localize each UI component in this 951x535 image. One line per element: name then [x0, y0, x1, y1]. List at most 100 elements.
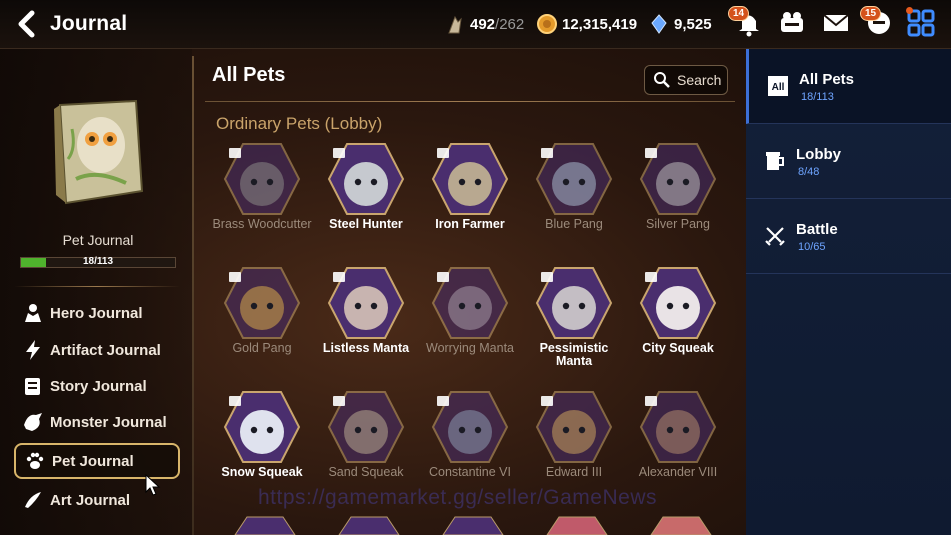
pet-name: Silver Pang: [646, 217, 710, 231]
pet-portrait-icon: [431, 391, 509, 463]
tab-lobby[interactable]: Lobby 8/48: [746, 124, 951, 199]
menu-label: Monster Journal: [50, 413, 167, 431]
pet-portrait-icon: [431, 143, 509, 215]
progress-text: 18/113: [82, 256, 114, 267]
pet-card[interactable]: Pessimistic Manta: [522, 266, 626, 368]
pet-portrait-icon: [223, 143, 301, 215]
tab-label: Battle: [796, 221, 838, 238]
story-icon: [25, 378, 40, 395]
crystal-icon: [651, 14, 667, 34]
pet-name: Edward III: [545, 465, 603, 479]
pet-portrait-icon: [327, 267, 405, 339]
menu-monster-journal[interactable]: Monster Journal: [14, 406, 180, 438]
pet-card[interactable]: Listless Manta: [314, 266, 418, 355]
tab-count: 10/65: [798, 241, 826, 253]
pet-name: Listless Manta: [322, 341, 410, 355]
pet-name: Worrying Manta: [426, 341, 514, 355]
pet-name: Snow Squeak: [221, 465, 303, 479]
pet-card[interactable]: Worrying Manta: [418, 266, 522, 355]
pet-journal-label: Pet Journal: [62, 232, 134, 248]
pet-card[interactable]: Snow Squeak: [210, 390, 314, 479]
tab-label: All Pets: [799, 71, 855, 88]
pet-card[interactable]: Silver Pang: [626, 142, 730, 231]
search-button[interactable]: Search: [644, 65, 728, 95]
swords-icon: [765, 227, 785, 246]
pet-name: Constantine VI: [429, 465, 511, 479]
art-icon: [25, 492, 41, 508]
pet-card[interactable]: Edward III: [522, 390, 626, 479]
menu-hero-journal[interactable]: Hero Journal: [14, 297, 180, 329]
menu-label: Artifact Journal: [50, 341, 161, 359]
pet-portrait-icon: [535, 143, 613, 215]
left-panel: Pet Journal 18/113 Hero Journal Artifact…: [0, 49, 192, 535]
header-divider: [205, 101, 735, 102]
mug-icon: [766, 152, 784, 170]
crystal-value: 9,525: [674, 15, 712, 33]
pet-portrait-icon: [431, 267, 509, 339]
artifact-icon: [26, 340, 40, 360]
menu-label: Pet Journal: [52, 452, 134, 470]
mouse-cursor-icon: [145, 473, 161, 496]
pet-name: Blue Pang: [545, 217, 603, 231]
pet-card[interactable]: Constantine VI: [418, 390, 522, 479]
pet-card[interactable]: Gold Pang: [210, 266, 314, 355]
pet-name: Alexander VIII: [638, 465, 718, 479]
pet-journal-book-icon: [54, 99, 144, 205]
pet-name: Pessimistic Manta: [539, 341, 609, 368]
pet-name: Steel Hunter: [329, 217, 403, 231]
right-tab-panel: All All Pets 18/113 Lobby 8/48 Battle 10…: [746, 49, 951, 535]
friends-icon[interactable]: [777, 8, 807, 38]
mail-icon[interactable]: [821, 8, 851, 38]
stamina-value: 492: [470, 15, 496, 33]
pet-portrait-icon: [639, 391, 717, 463]
pet-card[interactable]: Steel Hunter: [314, 142, 418, 231]
pet-card[interactable]: City Squeak: [626, 266, 730, 355]
paw-icon: [26, 452, 44, 469]
notification-badge: 14: [728, 6, 750, 21]
tab-count: 18/113: [801, 91, 834, 103]
all-icon: All: [768, 76, 788, 96]
pet-card[interactable]: Blue Pang: [522, 142, 626, 231]
menu-artifact-journal[interactable]: Artifact Journal: [14, 334, 180, 366]
page-title: Journal: [50, 12, 128, 35]
pet-name: City Squeak: [642, 341, 714, 355]
pet-portrait-icon: [535, 267, 613, 339]
pet-portrait-icon: [639, 267, 717, 339]
grid-alert-dot: [906, 7, 913, 14]
gold-counter[interactable]: 12,315,419: [536, 13, 637, 35]
crystal-counter[interactable]: 9,525: [648, 13, 712, 35]
menu-label: Art Journal: [50, 491, 131, 509]
stamina-counter[interactable]: 492 /262: [444, 13, 524, 35]
pet-grid-overflow-row: [205, 515, 735, 535]
pet-portrait-icon: [223, 391, 301, 463]
menu-label: Hero Journal: [50, 304, 143, 322]
menu-story-journal[interactable]: Story Journal: [14, 370, 180, 402]
tab-all-pets[interactable]: All All Pets 18/113: [746, 49, 951, 124]
gold-value: 12,315,419: [562, 15, 638, 33]
pet-progress-bar: 18/113: [20, 256, 176, 268]
pet-card[interactable]: Brass Woodcutter: [210, 142, 314, 231]
back-arrow-icon[interactable]: [14, 10, 42, 38]
tab-battle[interactable]: Battle 10/65: [746, 199, 951, 274]
chat-badge: 15: [860, 6, 882, 21]
hero-icon: [25, 304, 41, 322]
pet-name: Brass Woodcutter: [212, 217, 312, 231]
menu-label: Story Journal: [50, 377, 147, 395]
tab-count: 8/48: [798, 166, 820, 178]
pet-card[interactable]: Sand Squeak: [314, 390, 418, 479]
stamina-max: /262: [495, 15, 525, 33]
search-icon: [654, 72, 670, 88]
pet-card[interactable]: Iron Farmer: [418, 142, 522, 231]
menu-divider: [14, 286, 180, 287]
pet-portrait-icon: [639, 143, 717, 215]
pet-portrait-icon: [327, 391, 405, 463]
pet-name: Sand Squeak: [328, 465, 404, 479]
pet-card[interactable]: Alexander VIII: [626, 390, 730, 479]
section-title: Ordinary Pets (Lobby): [216, 114, 383, 133]
stamina-icon: [448, 15, 462, 34]
pet-portrait-icon: [327, 143, 405, 215]
panel-divider: [192, 56, 194, 535]
pet-name: Iron Farmer: [435, 217, 505, 231]
pet-name: Gold Pang: [232, 341, 292, 355]
pet-portrait-icon: [535, 391, 613, 463]
